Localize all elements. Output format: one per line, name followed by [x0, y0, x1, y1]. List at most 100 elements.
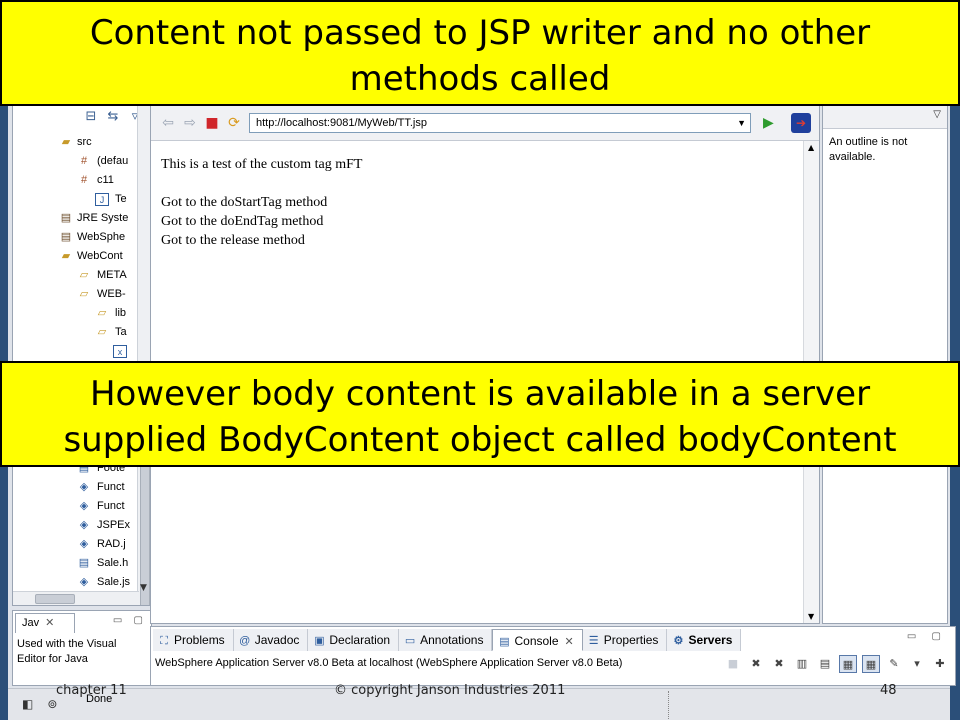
scroll-down-icon[interactable]: ▼	[140, 583, 147, 593]
page-text-line: This is a test of the custom tag mFT	[161, 157, 363, 172]
refresh-icon[interactable]: ⟳	[225, 115, 243, 131]
tree-item-jspex[interactable]: ◈ JSPEx	[13, 516, 139, 535]
remove-all-icon[interactable]: ✖	[770, 655, 788, 673]
tree-item-sale-html[interactable]: ▤ Sale.h	[13, 554, 139, 573]
callout-middle: However body content is available in a s…	[0, 361, 960, 467]
tree-item-lib[interactable]: ▱ lib	[13, 304, 139, 323]
project-tree: ▰ src # (defau # c11 J Te ▤ JRE Syste ▤ WebSph…	[13, 133, 139, 380]
page-text-line: Got to the release method	[161, 233, 305, 248]
folder-icon: ▱	[79, 288, 89, 300]
tab-problems[interactable]: ⛶ Problems	[153, 629, 234, 651]
callout-mid-line-1: However body content is available in a s…	[89, 374, 871, 414]
go-icon[interactable]: ▶	[763, 115, 777, 131]
project-tree-lower: ▤ Foote ◈ Funct ◈ Funct ◈ JSPEx ◈ RAD.j ▤ Sale…	[13, 459, 139, 592]
show-stderr-icon[interactable]: ▦	[862, 655, 880, 673]
show-stdout-icon[interactable]: ▦	[839, 655, 857, 673]
url-field[interactable]: http://localhost:9081/MyWeb/TT.jsp ▼	[249, 113, 751, 133]
scroll-lock-icon[interactable]: ▤	[816, 655, 834, 673]
view-menu-icon[interactable]: ▽	[933, 109, 941, 120]
folder-icon: ▱	[97, 326, 107, 338]
folder-icon: ▰	[61, 250, 71, 262]
tree-item-rad[interactable]: ◈ RAD.j	[13, 535, 139, 554]
tree-item-websphere[interactable]: ▤ WebSphe	[13, 228, 139, 247]
tree-item-tags[interactable]: ▱ Ta	[13, 323, 139, 342]
remove-launch-icon[interactable]: ✖	[747, 655, 765, 673]
outline-message: An outline is not available.	[829, 136, 908, 163]
html-file-icon: ▤	[78, 557, 90, 569]
terminate-icon[interactable]: ■	[724, 655, 742, 673]
tab-properties[interactable]: ☰ Properties	[582, 629, 668, 651]
java-file-icon: J	[95, 193, 109, 206]
browser-globe-icon[interactable]: ➔	[791, 113, 811, 133]
close-icon[interactable]: ✕	[45, 617, 54, 629]
clear-console-icon[interactable]: ▥	[793, 655, 811, 673]
tab-declaration[interactable]: ▣ Declaration	[308, 629, 400, 651]
library-icon: ▤	[60, 212, 72, 224]
problems-icon: ⛶	[160, 635, 168, 647]
tree-item-default-package[interactable]: # (defau	[13, 152, 139, 171]
callout-top-line-2: methods called	[349, 59, 611, 99]
minimize-maximize-icons[interactable]: ▭ ▢	[113, 615, 147, 626]
callout-top-line-1: Content not passed to JSP writer and no …	[89, 13, 871, 53]
tab-servers[interactable]: ⚙ Servers	[667, 629, 742, 651]
collapse-all-icon[interactable]: ⊟	[83, 109, 99, 125]
package-explorer: ⊟ ⇆ ▿ ▰ src # (defau # c11 J Te ▤ JRE Syste ▤…	[12, 104, 152, 606]
jsp-file-icon: ◈	[79, 500, 89, 512]
callout-mid-line-2: supplied BodyContent object called bodyC…	[63, 420, 897, 460]
scroll-down-icon[interactable]: ▼	[808, 612, 814, 621]
tree-item-sale-jsp[interactable]: ◈ Sale.js	[13, 573, 139, 592]
java-view-text: Used with the Visual Editor for Java	[17, 638, 117, 665]
page-content: This is a test of the custom tag mFT Got…	[161, 155, 362, 250]
footer-copyright: © copyright Janson Industries 2011	[334, 683, 566, 698]
minimize-maximize-icons[interactable]: ▭ ▢	[907, 631, 947, 642]
callout-top: Content not passed to JSP writer and no …	[0, 0, 960, 106]
tree-item-java-file[interactable]: J Te	[13, 190, 139, 209]
link-editor-icon[interactable]: ⇆	[105, 109, 121, 125]
page-text-line: Got to the doEndTag method	[161, 214, 324, 229]
jsp-file-icon: ◈	[79, 538, 89, 550]
explorer-toolbar: ⊟ ⇆ ▿	[83, 109, 143, 127]
explorer-horizontal-scrollbar[interactable]	[13, 591, 139, 605]
folder-icon: ▱	[79, 269, 89, 281]
tab-javadoc[interactable]: @ Javadoc	[233, 629, 309, 651]
open-console-icon[interactable]: ✚	[931, 655, 949, 673]
scrollbar-thumb[interactable]	[35, 594, 75, 604]
explorer-vertical-scrollbar[interactable]: ▼	[137, 105, 151, 605]
tree-item-meta-inf[interactable]: ▱ META	[13, 266, 139, 285]
tree-item-webcontent[interactable]: ▰ WebCont	[13, 247, 139, 266]
java-view: Jav ✕ ▭ ▢ Used with the Visual Editor for…	[12, 610, 152, 686]
forward-icon[interactable]: ⇨	[181, 115, 199, 131]
tab-annotations[interactable]: ▭ Annotations	[399, 629, 493, 651]
footer-page-number: 48	[880, 683, 897, 698]
pin-console-icon[interactable]: ✎	[885, 655, 903, 673]
properties-icon: ☰	[588, 635, 599, 647]
footer-chapter: chapter 11	[56, 683, 127, 698]
status-icons: ◧⊚	[22, 697, 72, 711]
console-process-line: WebSphere Application Server v8.0 Beta a…	[155, 657, 623, 669]
tree-item-web-inf[interactable]: ▱ WEB-	[13, 285, 139, 304]
tree-item-xml[interactable]: x	[13, 342, 139, 361]
ide-window: ⊟ ⇆ ▿ ▰ src # (defau # c11 J Te ▤ JRE Syste ▤…	[8, 0, 956, 720]
tree-item-funct-2[interactable]: ◈ Funct	[13, 497, 139, 516]
close-icon[interactable]: ✕	[565, 636, 574, 648]
slide-edge-left	[0, 0, 8, 720]
tab-java[interactable]: Jav ✕	[15, 613, 75, 633]
tree-item-src[interactable]: ▰ src	[13, 133, 139, 152]
xml-file-icon: x	[113, 345, 127, 358]
display-console-icon[interactable]: ▾	[908, 655, 926, 673]
outline-toolbar: ▽	[823, 105, 947, 129]
back-icon[interactable]: ⇦	[159, 115, 177, 131]
tree-item-jre[interactable]: ▤ JRE Syste	[13, 209, 139, 228]
chevron-down-icon[interactable]: ▼	[737, 114, 746, 132]
status-bar: ◧⊚ Done chapter 11 © copyright Janson In…	[8, 683, 950, 720]
jsp-file-icon: ◈	[79, 481, 89, 493]
console-toolbar: ■ ✖ ✖ ▥ ▤ ▦ ▦ ✎ ▾ ✚	[724, 655, 949, 673]
tree-item-c11[interactable]: # c11	[13, 171, 139, 190]
stop-icon[interactable]: ■	[203, 115, 221, 131]
console-view: ⛶ Problems @ Javadoc ▣ Declaration ▭ Annotat…	[150, 626, 956, 686]
scroll-up-icon[interactable]: ▲	[808, 143, 814, 152]
tab-console[interactable]: ▤ Console ✕	[492, 629, 583, 651]
jsp-file-icon: ◈	[79, 519, 89, 531]
tree-item-funct-1[interactable]: ◈ Funct	[13, 478, 139, 497]
console-tabs: ⛶ Problems @ Javadoc ▣ Declaration ▭ Annotat…	[153, 629, 742, 651]
